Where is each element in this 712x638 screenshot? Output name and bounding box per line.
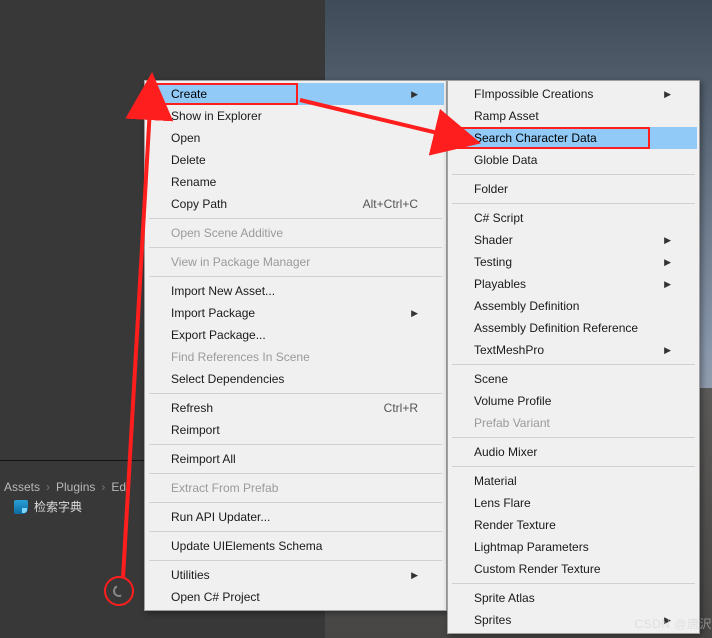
menu-item-render-texture[interactable]: Render Texture [450, 514, 697, 536]
menu-separator [149, 444, 442, 445]
menu-item-import-package[interactable]: Import Package ▶ [147, 302, 444, 324]
menu-item-custom-render-texture[interactable]: Custom Render Texture [450, 558, 697, 580]
menu-item-fimpossible-creations[interactable]: FImpossible Creations ▶ [450, 83, 697, 105]
menu-item-import-new-asset[interactable]: Import New Asset... [147, 280, 444, 302]
menu-item-lightmap-parameters[interactable]: Lightmap Parameters [450, 536, 697, 558]
menu-item-prefab-variant: Prefab Variant [450, 412, 697, 434]
menu-separator [149, 560, 442, 561]
breadcrumb-item[interactable]: Plugins [56, 480, 95, 494]
chevron-right-icon: › [46, 480, 50, 494]
menu-item-export-package[interactable]: Export Package... [147, 324, 444, 346]
context-menu-create: FImpossible Creations ▶ Ramp Asset Searc… [447, 80, 700, 634]
menu-separator [452, 437, 695, 438]
menu-item-cs-script[interactable]: C# Script [450, 207, 697, 229]
menu-item-material[interactable]: Material [450, 470, 697, 492]
breadcrumb[interactable]: Assets › Plugins › Ed [0, 480, 126, 494]
menu-item-reimport[interactable]: Reimport [147, 419, 444, 441]
watermark: CSDN @唐沢 [634, 615, 712, 632]
asset-item[interactable]: 检索字典 [14, 498, 82, 515]
chevron-right-icon: › [101, 480, 105, 494]
chevron-right-icon: ▶ [411, 308, 418, 319]
chevron-right-icon: ▶ [664, 257, 671, 268]
chevron-right-icon: ▶ [664, 89, 671, 100]
menu-item-run-api-updater[interactable]: Run API Updater... [147, 506, 444, 528]
menu-item-copy-path[interactable]: Copy Path Alt+Ctrl+C [147, 193, 444, 215]
menu-separator [149, 473, 442, 474]
menu-item-assembly-definition[interactable]: Assembly Definition [450, 295, 697, 317]
menu-item-lens-flare[interactable]: Lens Flare [450, 492, 697, 514]
menu-item-extract-from-prefab: Extract From Prefab [147, 477, 444, 499]
menu-item-textmeshpro[interactable]: TextMeshPro ▶ [450, 339, 697, 361]
menu-item-assembly-definition-reference[interactable]: Assembly Definition Reference [450, 317, 697, 339]
menu-item-playables[interactable]: Playables ▶ [450, 273, 697, 295]
shortcut-label: Ctrl+R [384, 401, 418, 415]
breadcrumb-item[interactable]: Assets [4, 480, 40, 494]
menu-item-folder[interactable]: Folder [450, 178, 697, 200]
menu-separator [452, 583, 695, 584]
menu-item-scene[interactable]: Scene [450, 368, 697, 390]
menu-item-show-in-explorer[interactable]: Show in Explorer [147, 105, 444, 127]
chevron-right-icon: ▶ [664, 279, 671, 290]
shortcut-label: Alt+Ctrl+C [363, 197, 418, 211]
menu-item-find-references: Find References In Scene [147, 346, 444, 368]
breadcrumb-item[interactable]: Ed [111, 480, 126, 494]
menu-item-sprite-atlas[interactable]: Sprite Atlas [450, 587, 697, 609]
menu-separator [149, 531, 442, 532]
menu-item-select-dependencies[interactable]: Select Dependencies [147, 368, 444, 390]
menu-item-open-cs-project[interactable]: Open C# Project [147, 586, 444, 608]
menu-item-volume-profile[interactable]: Volume Profile [450, 390, 697, 412]
menu-item-delete[interactable]: Delete [147, 149, 444, 171]
menu-item-open-scene-additive: Open Scene Additive [147, 222, 444, 244]
menu-item-rename[interactable]: Rename [147, 171, 444, 193]
menu-separator [452, 174, 695, 175]
menu-item-shader[interactable]: Shader ▶ [450, 229, 697, 251]
menu-item-create[interactable]: Create ▶ [147, 83, 444, 105]
menu-item-open[interactable]: Open [147, 127, 444, 149]
context-menu-assets: Create ▶ Show in Explorer Open Delete Re… [144, 80, 447, 611]
menu-item-refresh[interactable]: Refresh Ctrl+R [147, 397, 444, 419]
chevron-right-icon: ▶ [664, 235, 671, 246]
menu-item-audio-mixer[interactable]: Audio Mixer [450, 441, 697, 463]
asset-label: 检索字典 [34, 498, 82, 515]
menu-item-view-in-package-manager: View in Package Manager [147, 251, 444, 273]
chevron-right-icon: ▶ [664, 345, 671, 356]
menu-item-utilities[interactable]: Utilities ▶ [147, 564, 444, 586]
menu-separator [452, 203, 695, 204]
menu-item-search-character-data[interactable]: Search Character Data [450, 127, 697, 149]
menu-separator [149, 276, 442, 277]
menu-item-globle-data[interactable]: Globle Data [450, 149, 697, 171]
scriptable-object-icon [14, 500, 28, 514]
chevron-right-icon: ▶ [411, 89, 418, 100]
menu-separator [149, 502, 442, 503]
menu-separator [149, 393, 442, 394]
menu-separator [452, 466, 695, 467]
menu-item-ramp-asset[interactable]: Ramp Asset [450, 105, 697, 127]
chevron-right-icon: ▶ [411, 570, 418, 581]
menu-item-update-uielements-schema[interactable]: Update UIElements Schema [147, 535, 444, 557]
menu-separator [452, 364, 695, 365]
menu-separator [149, 247, 442, 248]
menu-separator [149, 218, 442, 219]
menu-item-reimport-all[interactable]: Reimport All [147, 448, 444, 470]
menu-item-testing[interactable]: Testing ▶ [450, 251, 697, 273]
